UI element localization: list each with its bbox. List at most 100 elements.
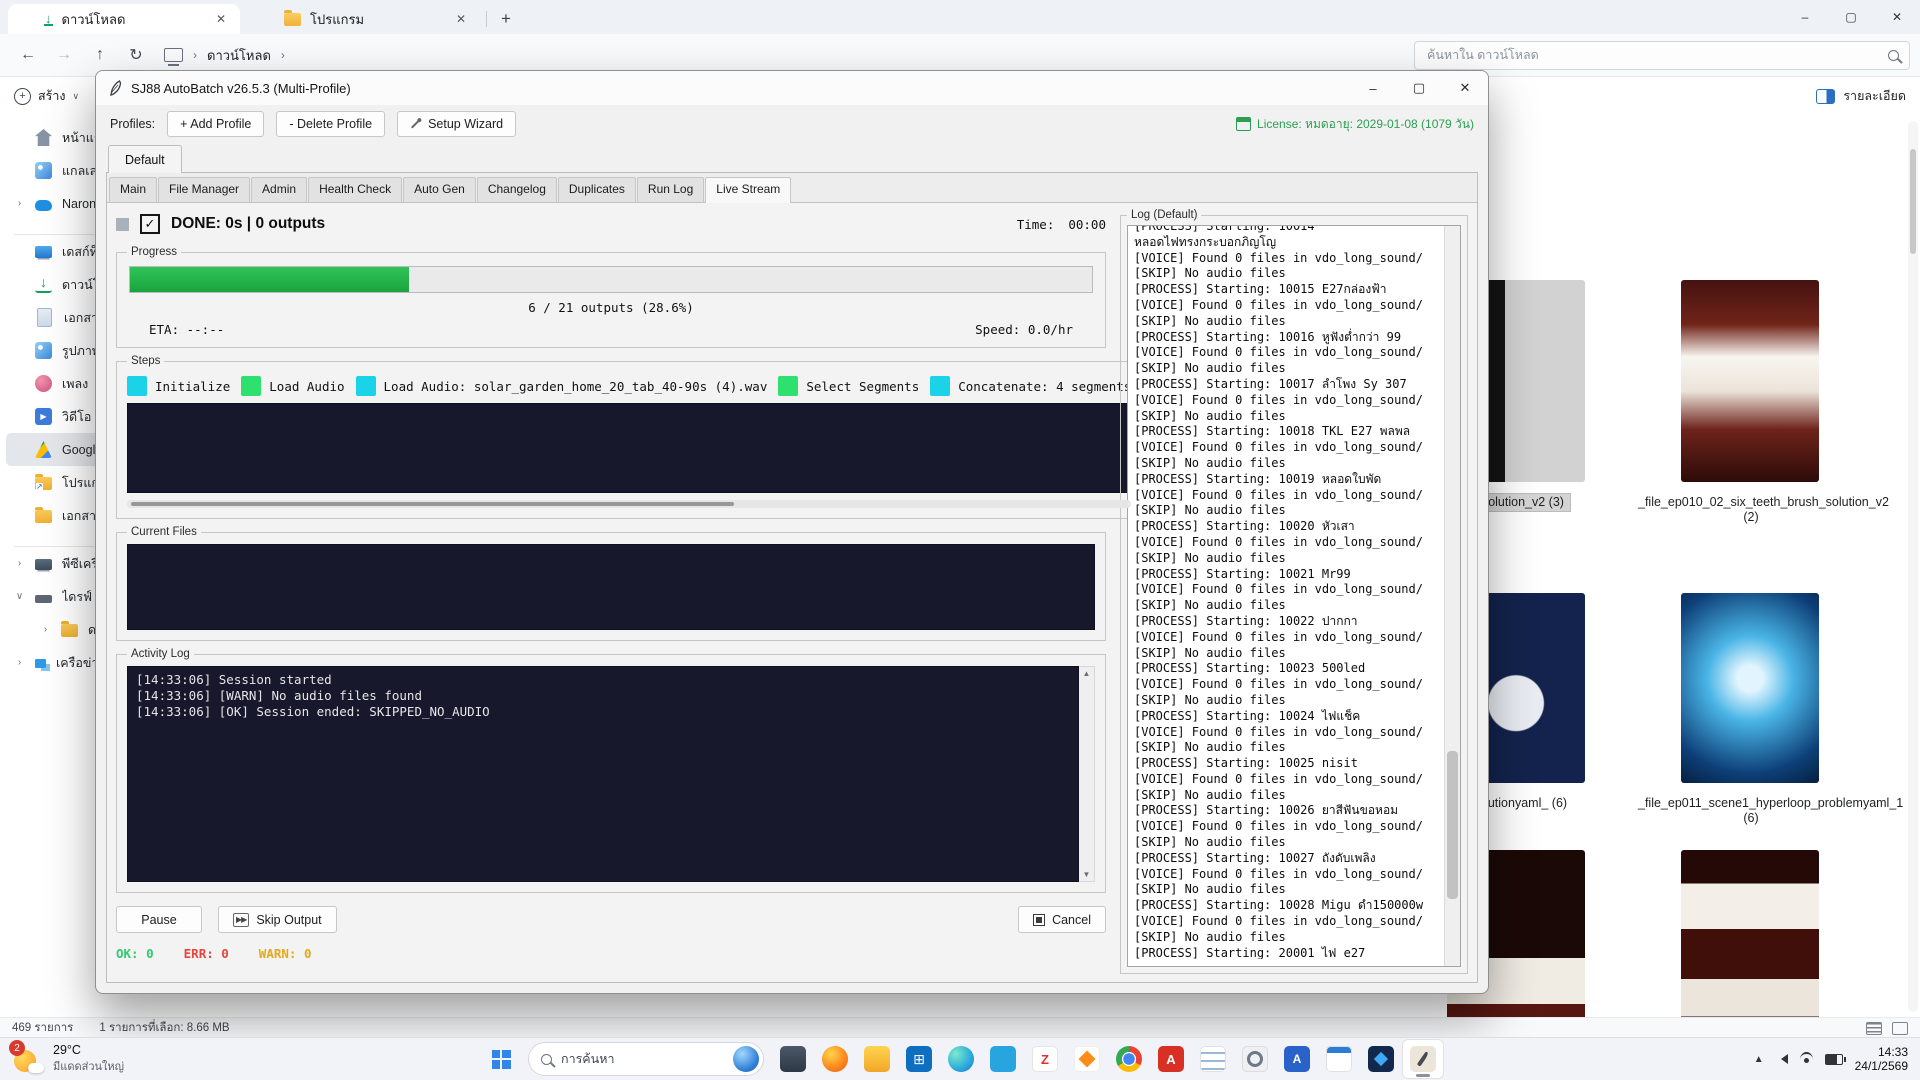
taskbar-app-button[interactable] (1360, 1039, 1402, 1079)
taskbar-app-button[interactable] (1192, 1039, 1234, 1079)
up-button[interactable]: ↑ (82, 46, 118, 64)
weather-desc: มีแดดส่วนใหญ่ (53, 1057, 124, 1075)
scrollbar-thumb[interactable] (131, 502, 734, 506)
setup-wizard-button[interactable]: Setup Wizard (397, 111, 516, 137)
wifi-icon[interactable] (1800, 1052, 1813, 1067)
tab-close-icon[interactable]: ✕ (212, 12, 230, 26)
notebook-tab[interactable]: Run Log (637, 177, 704, 202)
notebook-tab[interactable]: Auto Gen (403, 177, 476, 202)
search-input[interactable] (1425, 47, 1888, 63)
stop-button[interactable] (116, 218, 129, 231)
details-button[interactable]: รายละเอียด (1816, 86, 1906, 106)
pause-button[interactable]: Pause (116, 906, 202, 933)
sidebar-item-icon (35, 441, 52, 458)
explorer-search[interactable] (1414, 41, 1910, 70)
step-label: Initialize (155, 379, 230, 394)
elapsed-time: Time: 00:00 (1017, 217, 1106, 232)
taskbar-app-button[interactable] (940, 1039, 982, 1079)
large-icons-view-icon[interactable] (1892, 1022, 1908, 1035)
notebook-tab[interactable]: Live Stream (705, 177, 791, 203)
breadcrumb-segment[interactable]: ดาวน์โหลด (207, 45, 271, 66)
weather-widget[interactable]: 2 29°C มีแดดส่วนใหญ่ (0, 1043, 263, 1075)
explorer-tab[interactable]: ↓ ดาวน์โหลด ✕ (8, 4, 240, 34)
details-view-icon[interactable] (1866, 1022, 1882, 1035)
taskbar-app-button[interactable] (1108, 1039, 1150, 1079)
expand-chevron-icon[interactable]: › (14, 198, 25, 209)
notebook-tab[interactable]: Admin (251, 177, 307, 202)
profiles-label: Profiles: (110, 117, 155, 131)
file-thumbnail[interactable] (1681, 593, 1819, 783)
back-button[interactable]: ← (10, 46, 46, 64)
refresh-button[interactable]: ↻ (118, 45, 154, 65)
step-label: Load Audio (269, 379, 344, 394)
expand-chevron-icon[interactable]: › (40, 624, 51, 635)
activity-log-panel[interactable]: [14:33:06] Session started[14:33:06] [WA… (127, 666, 1079, 882)
notebook-tab[interactable]: Duplicates (558, 177, 636, 202)
taskbar-app-button[interactable] (1066, 1039, 1108, 1079)
taskbar-app-button[interactable] (1402, 1039, 1444, 1079)
battery-icon[interactable] (1825, 1054, 1843, 1065)
new-tab-button[interactable]: + (501, 9, 511, 29)
taskbar-clock[interactable]: 14:33 24/1/2569 (1855, 1045, 1908, 1073)
log-output[interactable]: [PROCESS] Starting: 10014หลอดไฟทรงกระบอก… (1128, 225, 1444, 959)
taskbar-app-button[interactable] (1234, 1039, 1276, 1079)
taskbar-app-button[interactable] (1276, 1039, 1318, 1079)
breadcrumb[interactable]: › ดาวน์โหลด › (164, 45, 285, 66)
new-button[interactable]: + สร้าง ∨ (14, 86, 79, 106)
log-line: [SKIP] No audio files (1134, 693, 1438, 709)
scrollbar-thumb[interactable] (1447, 751, 1458, 899)
scroll-down-icon[interactable]: ▼ (1083, 870, 1091, 879)
file-thumbnail[interactable] (1681, 280, 1819, 482)
expand-chevron-icon[interactable]: ∨ (14, 591, 25, 602)
notebook-tab[interactable]: Health Check (308, 177, 402, 202)
taskbar-app-button[interactable] (772, 1039, 814, 1079)
taskbar-app-button[interactable] (1318, 1039, 1360, 1079)
log-line: [SKIP] No audio files (1134, 882, 1438, 898)
expand-chevron-icon[interactable]: › (14, 558, 25, 569)
notebook-tab-label: Live Stream (716, 182, 780, 196)
file-tile[interactable]: _file_ep011_scene1_hyperloop_problemyaml… (1632, 593, 1868, 827)
explorer-close-button[interactable]: ✕ (1874, 0, 1920, 34)
explorer-tab[interactable]: โปรแกรม ✕ (248, 4, 480, 34)
dialog-title-bar[interactable]: SJ88 AutoBatch v26.5.3 (Multi-Profile) –… (96, 71, 1488, 105)
taskbar-app-button[interactable] (1024, 1039, 1066, 1079)
dialog-close-button[interactable]: ✕ (1442, 71, 1488, 105)
done-checkbox[interactable]: ✓ (140, 214, 160, 234)
taskbar-app-button[interactable] (814, 1039, 856, 1079)
notebook-tab[interactable]: Main (109, 177, 157, 202)
forward-button[interactable]: → (46, 46, 82, 64)
taskbar-app-button[interactable] (898, 1039, 940, 1079)
tab-close-icon[interactable]: ✕ (452, 12, 470, 26)
notebook-tab[interactable]: Changelog (477, 177, 557, 202)
download-icon: ↓ (44, 13, 53, 26)
log-line: [PROCESS] Starting: 10019 หลอดใบพัด (1134, 472, 1438, 488)
delete-profile-button[interactable]: - Delete Profile (276, 111, 385, 137)
file-tile[interactable]: _file_ep010_02_six_teeth_brush_solution_… (1632, 280, 1868, 526)
taskbar-app-button[interactable] (1150, 1039, 1192, 1079)
explorer-maximize-button[interactable]: ▢ (1828, 0, 1874, 34)
taskbar-app-button[interactable] (982, 1039, 1024, 1079)
taskbar-search[interactable]: การค้นหา (528, 1042, 764, 1076)
volume-icon[interactable] (1776, 1054, 1788, 1064)
start-button[interactable] (482, 1040, 520, 1078)
notebook-tab[interactable]: File Manager (158, 177, 250, 202)
sidebar-item-icon (61, 624, 78, 637)
profile-tab-default[interactable]: Default (108, 145, 182, 173)
dialog-minimize-button[interactable]: – (1350, 71, 1396, 105)
cancel-button[interactable]: Cancel (1018, 906, 1106, 933)
scrollbar-thumb[interactable] (1910, 149, 1916, 254)
explorer-minimize-button[interactable]: – (1782, 0, 1828, 34)
explorer-tab-bar: ↓ ดาวน์โหลด ✕ โปรแกรม ✕ + – ▢ ✕ (0, 0, 1920, 34)
expand-chevron-icon[interactable]: › (14, 657, 25, 668)
steps-horizontal-scrollbar[interactable] (127, 500, 1131, 508)
clock-time: 14:33 (1855, 1045, 1908, 1059)
skip-output-button[interactable]: ▶▶ Skip Output (218, 906, 337, 933)
add-profile-button[interactable]: + Add Profile (167, 111, 264, 137)
taskbar-app-button[interactable] (856, 1039, 898, 1079)
log-scrollbar[interactable] (1444, 226, 1460, 966)
activity-log-scrollbar[interactable]: ▲ ▼ (1079, 666, 1095, 882)
tray-chevron-up-icon[interactable]: ▲ (1754, 1054, 1764, 1065)
dialog-maximize-button[interactable]: ▢ (1396, 71, 1442, 105)
explorer-scrollbar[interactable] (1908, 121, 1918, 1012)
scroll-up-icon[interactable]: ▲ (1083, 669, 1091, 678)
